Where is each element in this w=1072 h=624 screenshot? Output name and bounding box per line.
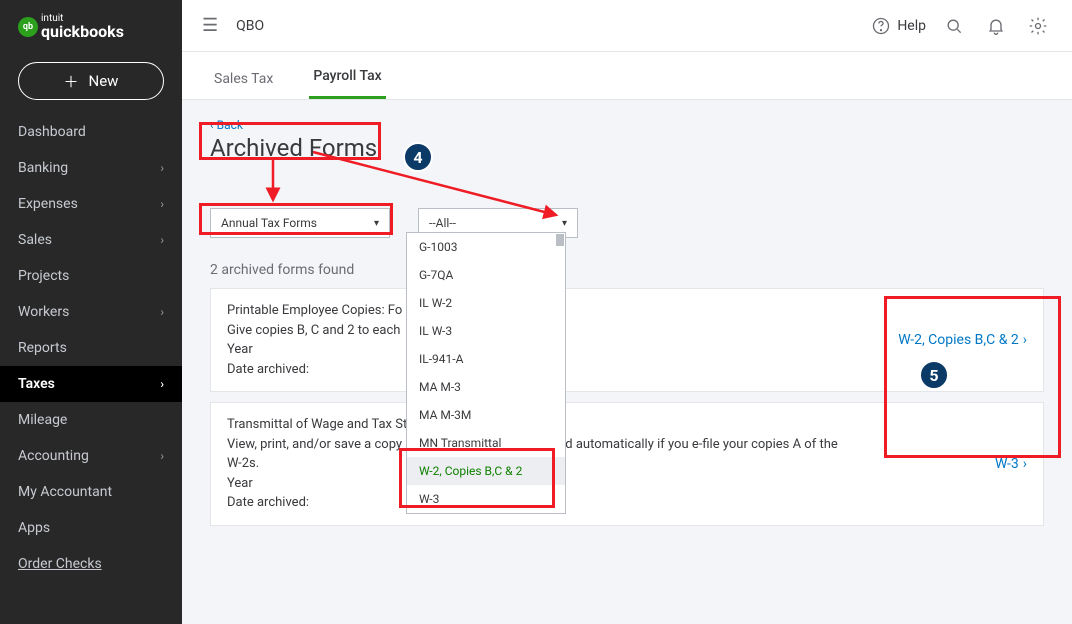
help-link[interactable]: Help xyxy=(871,16,926,36)
chevron-right-icon: › xyxy=(1023,456,1027,472)
scrollbar[interactable] xyxy=(556,234,564,246)
sidebar-item-workers[interactable]: Workers› xyxy=(0,294,182,330)
dropdown-option[interactable]: IL W-2 xyxy=(407,289,565,317)
result-card: Transmittal of Wage and Tax St View, pri… xyxy=(210,402,1044,526)
chevron-right-icon: › xyxy=(160,305,164,319)
chevron-right-icon: › xyxy=(160,449,164,463)
logo-badge: qb xyxy=(18,17,38,37)
annotation-badge-5: 5 xyxy=(919,360,949,390)
sidebar-item-taxes[interactable]: Taxes› xyxy=(0,366,182,402)
result-link-w2[interactable]: W-2, Copies B,C & 2 › xyxy=(898,332,1027,348)
tab-payroll-tax[interactable]: Payroll Tax xyxy=(309,68,385,99)
annotation-badge-4: 4 xyxy=(403,142,433,172)
plus-icon: ＋ xyxy=(64,71,79,92)
gear-icon[interactable] xyxy=(1024,12,1052,40)
sidebar-item-mileage[interactable]: Mileage xyxy=(0,402,182,438)
sidebar-item-sales[interactable]: Sales› xyxy=(0,222,182,258)
result-link-w3[interactable]: W-3 › xyxy=(995,456,1027,472)
dropdown-option[interactable]: IL W-3 xyxy=(407,317,565,345)
logo: qb intuit quickbooks xyxy=(0,0,182,40)
sidebar-item-projects[interactable]: Projects xyxy=(0,258,182,294)
dropdown-option[interactable]: G-1003 xyxy=(407,233,565,261)
chevron-down-icon: ▾ xyxy=(374,218,379,229)
sidebar-item-expenses[interactable]: Expenses› xyxy=(0,186,182,222)
dropdown-option[interactable]: W-3 xyxy=(407,485,565,513)
new-button[interactable]: ＋ New xyxy=(18,62,164,100)
search-icon[interactable] xyxy=(940,12,968,40)
dropdown-option[interactable]: MA M-3 xyxy=(407,373,565,401)
results-count: 2 archived forms found xyxy=(210,262,1044,278)
form-name-dropdown[interactable]: G-1003G-7QAIL W-2IL W-3IL-941-AMA M-3MA … xyxy=(406,232,566,514)
page-title: Archived Forms xyxy=(210,134,1044,162)
chevron-right-icon: › xyxy=(1023,332,1027,348)
help-icon xyxy=(871,16,891,36)
hamburger-icon[interactable]: ☰ xyxy=(202,15,218,36)
dropdown-option[interactable]: MN Transmittal xyxy=(407,429,565,457)
chevron-down-icon: ▾ xyxy=(562,218,567,229)
dropdown-option[interactable]: W-2, Copies B,C & 2 xyxy=(407,457,565,485)
sidebar: qb intuit quickbooks ＋ New DashboardBank… xyxy=(0,0,182,624)
sidebar-item-order-checks[interactable]: Order Checks xyxy=(0,546,182,582)
dropdown-option[interactable]: IL-941-A xyxy=(407,345,565,373)
dropdown-option[interactable]: MA M-3M xyxy=(407,401,565,429)
sidebar-item-my-accountant[interactable]: My Accountant xyxy=(0,474,182,510)
sidebar-item-apps[interactable]: Apps xyxy=(0,510,182,546)
chevron-right-icon: › xyxy=(160,161,164,175)
sidebar-item-reports[interactable]: Reports xyxy=(0,330,182,366)
chevron-right-icon: › xyxy=(160,197,164,211)
logo-text: intuit quickbooks xyxy=(41,14,124,40)
form-type-select[interactable]: Annual Tax Forms▾ xyxy=(210,208,390,238)
sidebar-item-accounting[interactable]: Accounting› xyxy=(0,438,182,474)
notifications-icon[interactable] xyxy=(982,12,1010,40)
tab-sales-tax[interactable]: Sales Tax xyxy=(210,71,277,99)
tab-bar: Sales Tax Payroll Tax xyxy=(182,52,1072,100)
top-bar: ☰ QBO Help xyxy=(182,0,1072,52)
company-name: QBO xyxy=(236,18,264,34)
sidebar-item-banking[interactable]: Banking› xyxy=(0,150,182,186)
sidebar-item-dashboard[interactable]: Dashboard xyxy=(0,114,182,150)
back-link[interactable]: ‹ Back xyxy=(210,118,1044,132)
dropdown-option[interactable]: G-7QA xyxy=(407,261,565,289)
chevron-right-icon: › xyxy=(160,377,164,391)
chevron-right-icon: › xyxy=(160,233,164,247)
